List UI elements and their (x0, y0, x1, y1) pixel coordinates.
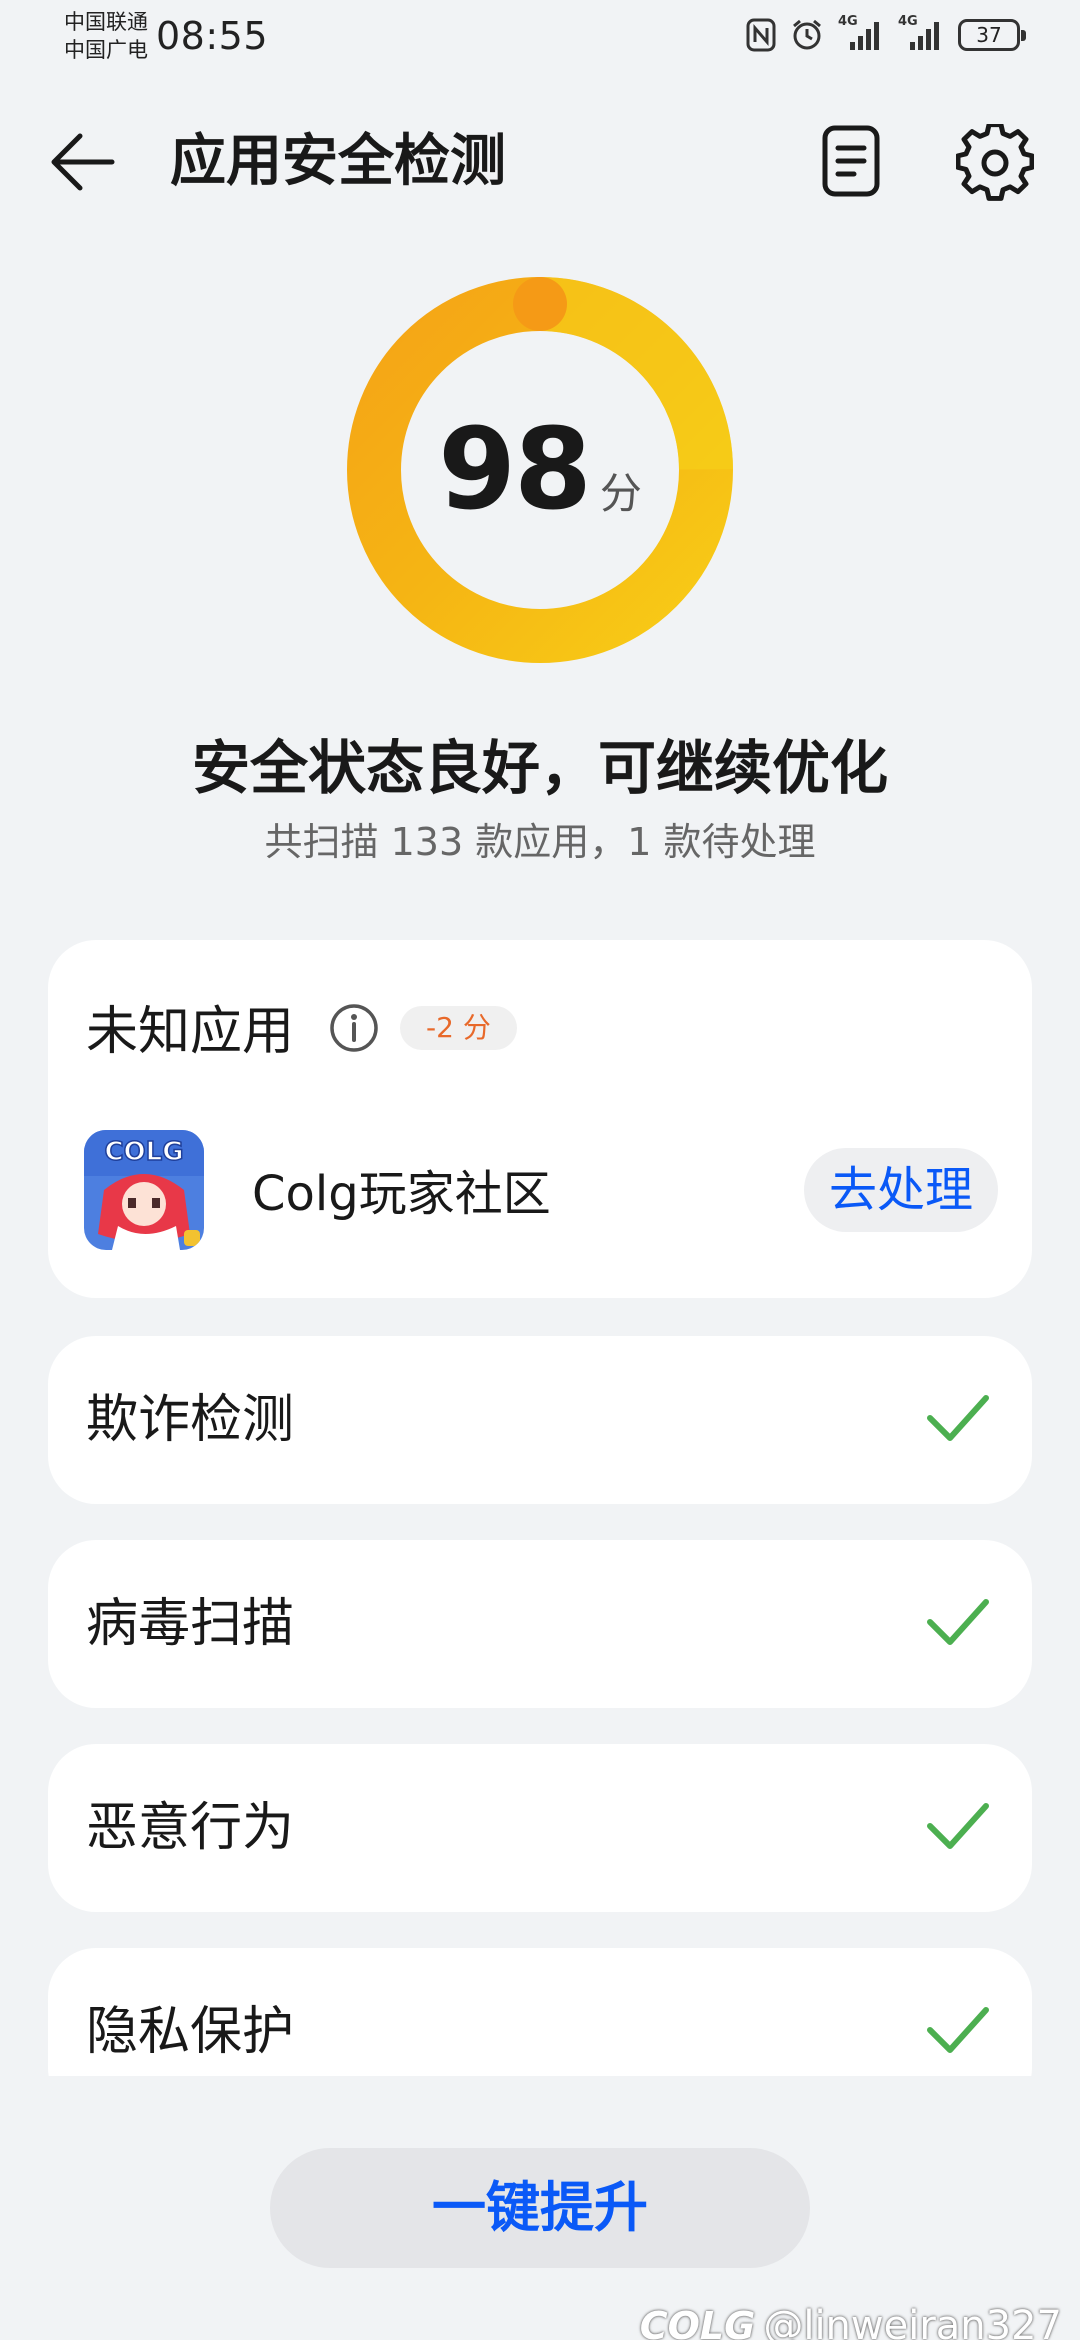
carrier-2: 中国广电 (64, 38, 148, 62)
back-arrow-icon (51, 133, 115, 191)
carrier-1: 中国联通 (64, 10, 148, 34)
check-icon (927, 1599, 989, 1645)
report-button[interactable] (816, 120, 888, 204)
check-icon (927, 1395, 989, 1441)
watermark-logo: COLG (639, 2304, 756, 2340)
battery-level: 37 (976, 23, 1002, 47)
check-item-virus[interactable]: 病毒扫描 (48, 1540, 1032, 1708)
status-bar: 中国联通 中国广电 08:55 4G 4G 37 (0, 0, 1080, 80)
signal-2-icon: 4G (898, 14, 944, 52)
security-status-title: 安全状态良好，可继续优化 (191, 734, 888, 802)
page-title: 应用安全检测 (170, 129, 506, 194)
clock: 08:55 (156, 14, 269, 58)
check-icon (927, 1803, 989, 1849)
scan-summary: 共扫描 133 款应用，1 款待处理 (264, 820, 816, 864)
signal-1-icon: 4G (838, 14, 884, 52)
check-label: 隐私保护 (86, 2002, 295, 2062)
check-label: 恶意行为 (86, 1798, 295, 1858)
check-icon (927, 2007, 989, 2053)
title-bar: 应用安全检测 (0, 110, 1080, 214)
app-icon-label: COLG (104, 1137, 183, 1167)
colg-app-icon: COLG (84, 1130, 204, 1250)
battery-icon: 37 (958, 19, 1026, 51)
score-unit: 分 (599, 468, 642, 518)
score-display: 98 分 (346, 276, 734, 664)
unknown-apps-card: 未知应用 -2 分 COLG Colg玩家社区 去处理 (48, 940, 1032, 1298)
watermark: COLG @linweiran327 (640, 2306, 1062, 2340)
watermark-handle: @linweiran327 (763, 2303, 1062, 2340)
settings-button[interactable] (955, 122, 1035, 202)
nfc-icon (746, 18, 776, 52)
back-button[interactable] (44, 128, 124, 196)
document-icon (822, 125, 880, 197)
score-value: 98 (438, 405, 592, 535)
check-item-fraud[interactable]: 欺诈检测 (48, 1336, 1032, 1504)
info-icon[interactable] (328, 1002, 380, 1054)
penalty-badge: -2 分 (400, 1006, 517, 1050)
status-icons: 4G 4G 37 (746, 14, 1026, 52)
check-item-malicious[interactable]: 恶意行为 (48, 1744, 1032, 1912)
check-label: 病毒扫描 (86, 1594, 295, 1654)
gear-icon (955, 122, 1035, 201)
check-label: 欺诈检测 (86, 1390, 295, 1450)
app-name: Colg玩家社区 (252, 1166, 551, 1222)
app-security-screen: 中国联通 中国广电 08:55 4G 4G 37 应用安全检测 98 分 安全状… (0, 0, 1080, 2340)
one-tap-improve-button[interactable]: 一键提升 (270, 2148, 810, 2268)
handle-app-button[interactable]: 去处理 (804, 1148, 998, 1232)
alarm-icon (793, 19, 821, 50)
carrier-info: 中国联通 中国广电 (64, 8, 148, 64)
unknown-apps-heading: 未知应用 (86, 1002, 295, 1062)
